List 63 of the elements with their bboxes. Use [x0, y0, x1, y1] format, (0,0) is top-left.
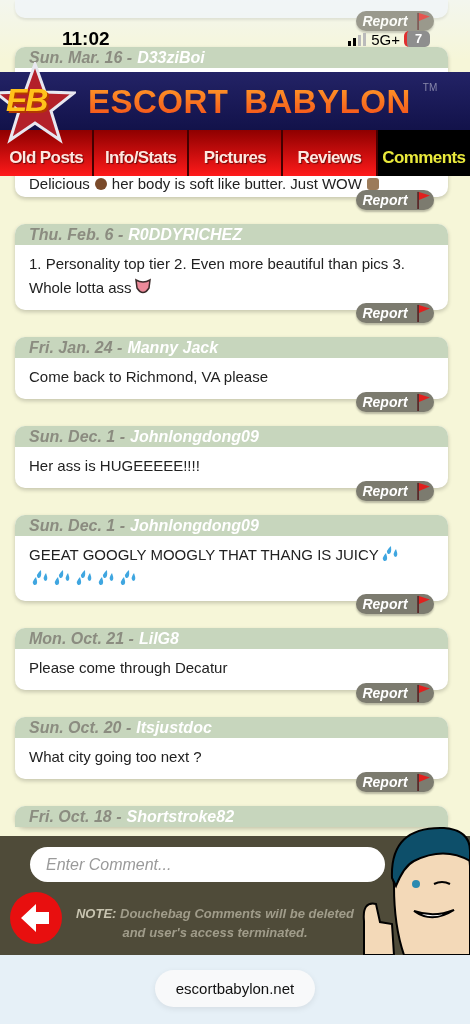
comment-text: 1. Personality top tier 2. Even more beautiful than pics 3.	[29, 255, 406, 272]
comment-username: LilG8	[138, 630, 179, 647]
flag-icon	[416, 393, 431, 411]
comment-username: Johnlongdong09	[130, 517, 259, 534]
comment-text: her body is soft like butter. Just WOW	[111, 175, 362, 192]
droplets-emoji-icon	[75, 569, 93, 587]
nav-tab[interactable]: Comments	[377, 130, 470, 176]
nav-tab[interactable]: Reviews	[283, 130, 376, 176]
comment-username: Johnlongdong09	[130, 428, 259, 445]
comment-username: Itsjustdoc	[136, 719, 212, 736]
report-button[interactable]: Report	[356, 772, 434, 792]
comment-text: Please come through Decatur	[29, 659, 228, 676]
comment-text: Come back to Richmond, VA please	[29, 368, 268, 385]
comment-note: NOTE: Douchebag Comments will be deleted and user's access terminated.	[74, 905, 356, 942]
report-button[interactable]: Report	[356, 11, 434, 31]
droplets-emoji-icon	[119, 569, 137, 587]
signal-icon	[348, 32, 367, 46]
report-button[interactable]: Report	[356, 303, 434, 323]
comment-text: What city going too next ?	[29, 748, 202, 765]
report-button[interactable]: Report	[356, 683, 434, 703]
comment-text: GEEAT GOOGLY MOOGLY THAT THANG IS JUICY	[29, 546, 379, 563]
droplets-emoji-icon	[31, 569, 49, 587]
report-button[interactable]: Report	[356, 594, 434, 614]
comment-username: D33ziBoi	[137, 49, 205, 66]
flag-icon	[416, 12, 431, 30]
comment-username: R0DDYRICHEZ	[128, 226, 242, 243]
flag-icon	[416, 191, 431, 209]
report-button[interactable]: Report	[356, 392, 434, 412]
comment-input-field[interactable]: Enter Comment...	[30, 847, 385, 882]
comment-username: Manny Jack	[127, 339, 219, 356]
flag-icon	[416, 304, 431, 322]
comment-text: Her ass is HUGEEEEE!!!!	[29, 457, 200, 474]
comment-text: Whole lotta ass	[29, 279, 132, 296]
network-label: 5G+	[371, 30, 400, 48]
tongue-emoji-icon	[133, 278, 152, 296]
battery-icon: 7	[404, 31, 430, 47]
left-arrow-icon	[21, 904, 51, 932]
comment-date: Thu. Feb. 6 -	[29, 226, 124, 243]
nav-tab[interactable]: Info/Stats	[94, 130, 187, 176]
comment-date: Mon. Oct. 21 -	[29, 630, 134, 647]
comment-date: Sun. Dec. 1 -	[29, 517, 126, 534]
back-button[interactable]	[10, 892, 62, 944]
comment-date: Sun. Dec. 1 -	[29, 428, 126, 445]
comment-text: Delicious	[29, 175, 90, 192]
comment-date: Sun. Oct. 20 -	[29, 719, 132, 736]
droplets-emoji-icon	[380, 545, 399, 563]
comment-username: Shortstroke82	[126, 808, 235, 825]
site-logo[interactable]: EB	[0, 62, 76, 144]
status-time: 11:02	[62, 28, 110, 50]
url-bar[interactable]: escortbabylon.net	[154, 970, 316, 1007]
flag-icon	[416, 684, 431, 702]
report-button[interactable]: Report	[356, 481, 434, 501]
nav-tab[interactable]: Old Posts	[0, 130, 93, 176]
droplets-emoji-icon	[53, 569, 71, 587]
trademark-label: TM	[422, 82, 438, 93]
report-button[interactable]: Report	[356, 190, 434, 210]
flag-icon	[416, 595, 431, 613]
flag-icon	[416, 482, 431, 500]
comment-date: Fri. Jan. 24 -	[29, 339, 123, 356]
nav-tab[interactable]: Pictures	[188, 130, 282, 176]
flag-icon	[416, 773, 431, 791]
droplets-emoji-icon	[97, 569, 115, 587]
comment-date: Fri. Oct. 18 -	[29, 808, 122, 825]
